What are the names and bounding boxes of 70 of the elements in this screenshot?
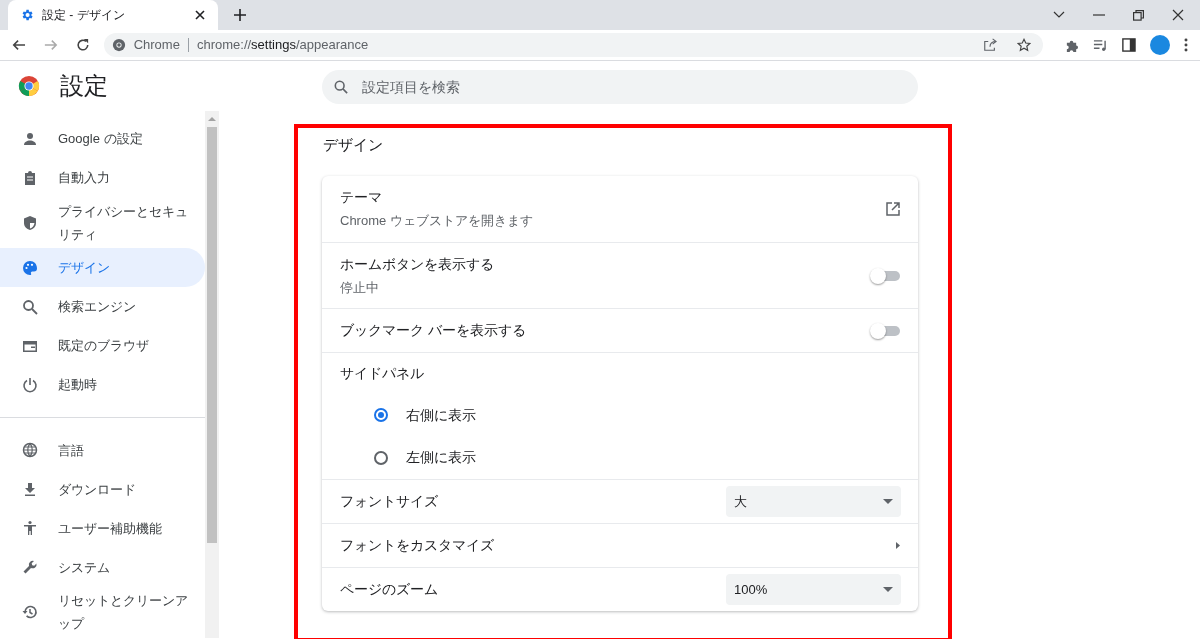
radio-button[interactable] — [374, 408, 388, 422]
toggle-switch[interactable] — [870, 322, 900, 339]
clipboard-icon — [22, 169, 38, 186]
reload-icon[interactable] — [75, 38, 90, 52]
sidebar-item[interactable]: 自動入力 — [0, 158, 205, 197]
caret-right-icon[interactable] — [896, 542, 900, 549]
power-icon — [22, 376, 38, 393]
setting-label: テーマ — [340, 188, 383, 208]
setting-description: Chrome ウェブストアを開きます — [340, 212, 534, 231]
scrollbar[interactable] — [205, 111, 219, 638]
person-icon — [22, 130, 38, 147]
profile-avatar[interactable] — [1150, 35, 1171, 55]
sidebar-item[interactable]: プライバシーとセキュリティ — [0, 197, 205, 249]
sidebar-item[interactable]: デザイン — [0, 248, 205, 288]
star-icon[interactable] — [1016, 38, 1031, 52]
new-tab-icon[interactable] — [234, 9, 246, 21]
sidebar-item[interactable]: 言語 — [0, 430, 205, 470]
dropdown[interactable]: 100% — [726, 574, 901, 605]
caret-icon — [883, 499, 893, 504]
address-bar[interactable]: Chrome chrome://settings/appearance — [103, 33, 1043, 57]
setting-label: 左側に表示 — [406, 448, 477, 467]
media-playlist-icon[interactable] — [1093, 37, 1109, 53]
setting-label: ページのズーム — [340, 580, 439, 599]
history-icon — [22, 604, 38, 621]
search-icon — [22, 298, 38, 315]
search-icon — [334, 80, 348, 94]
toggle-switch[interactable] — [870, 267, 900, 284]
search-field[interactable]: 設定項目を検索 — [322, 70, 918, 104]
setting-description: 停止中 — [340, 278, 380, 297]
setting-label: ホームボタンを表示する — [340, 254, 495, 274]
browser-tab[interactable]: 設定 - デザイン — [8, 0, 218, 30]
url-text: chrome://settings/appearance — [196, 36, 369, 55]
setting-label: フォントサイズ — [340, 492, 439, 511]
back-arrow-icon[interactable] — [12, 38, 26, 52]
chevron-down-icon[interactable] — [1053, 11, 1065, 19]
external-link-icon[interactable] — [886, 202, 900, 216]
tab-title: 設定 - デザイン — [42, 7, 126, 24]
sidebar-item[interactable]: 起動時 — [0, 365, 205, 405]
accessibility-icon — [22, 520, 38, 537]
sidebar-item[interactable]: ダウンロード — [0, 469, 205, 509]
side-panel-icon[interactable] — [1122, 38, 1137, 52]
sidebar-item[interactable]: Google の設定 — [0, 119, 205, 158]
setting-label: フォントをカスタマイズ — [340, 536, 495, 555]
setting-label: 右側に表示 — [406, 405, 477, 425]
sidebar-item[interactable]: システム — [0, 547, 205, 587]
palette-icon — [22, 259, 38, 276]
chrome-logo-icon — [18, 75, 40, 97]
sidebar-item[interactable]: ユーザー補助機能 — [0, 508, 205, 548]
page-title: 設定 — [60, 71, 108, 101]
shield-icon — [22, 214, 38, 231]
chrome-logo-icon — [111, 38, 126, 52]
radio-button[interactable] — [374, 450, 388, 465]
close-icon[interactable] — [1172, 9, 1184, 21]
wrench-icon — [22, 559, 38, 576]
close-icon[interactable] — [194, 9, 206, 21]
share-icon[interactable] — [982, 38, 997, 52]
site-label: Chrome — [133, 36, 180, 55]
download-icon — [22, 481, 38, 498]
sidebar-item[interactable]: リセットとクリーンアップ — [0, 586, 205, 638]
sidebar-item[interactable]: 検索エンジン — [0, 287, 205, 327]
setting-label: サイドパネル — [340, 364, 425, 383]
globe-icon — [22, 442, 38, 459]
sidebar-item[interactable]: 既定のブラウザ — [0, 326, 205, 366]
setting-label: ブックマーク バーを表示する — [340, 321, 527, 340]
gear-icon — [20, 8, 34, 22]
caret-icon — [883, 587, 893, 592]
dropdown[interactable]: 大 — [726, 486, 901, 517]
more-menu-icon[interactable] — [1184, 38, 1188, 52]
section-title: デザイン — [322, 135, 384, 155]
restore-icon[interactable] — [1133, 9, 1144, 21]
